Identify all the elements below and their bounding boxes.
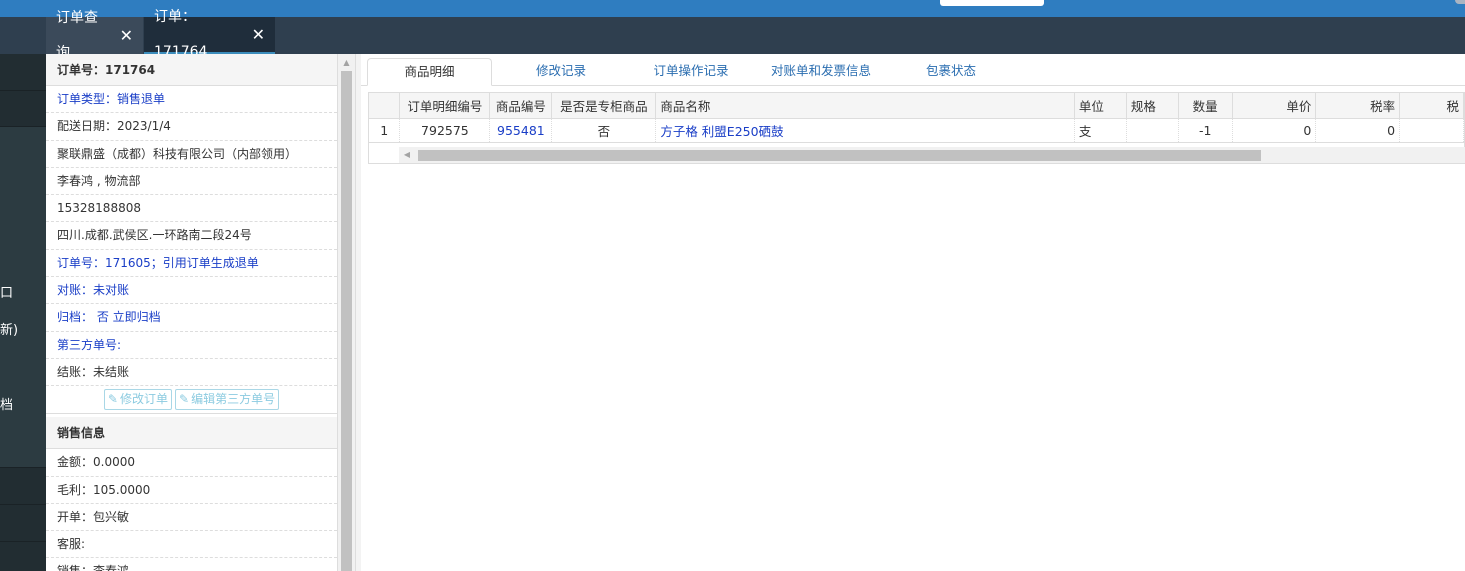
edit-third-party-button[interactable]: ✎ 编辑第三方单号 — [175, 389, 280, 411]
edit-order-button[interactable]: ✎ 修改订单 — [103, 389, 172, 411]
tab-statement-invoice[interactable]: 对账单和发票信息 — [761, 58, 881, 86]
cell-counter: 否 — [551, 118, 657, 143]
column-header[interactable]: 商品名称 — [655, 93, 1075, 119]
reference-order[interactable]: 订单号：171605；引用订单生成退单 — [46, 250, 337, 278]
customer-contact: 李春鸿 , 物流部 — [46, 168, 337, 196]
customer-company: 聚联鼎盛（成都）科技有限公司（内部领用） — [46, 141, 337, 168]
sidebar-nav: 口 新) 档 — [0, 54, 46, 571]
sales-info-heading: 销售信息 — [46, 417, 337, 450]
cell-tax — [1399, 118, 1464, 143]
order-type: 订单类型：销售退单 — [46, 86, 337, 114]
order-issuer: 开单：包兴敏 — [46, 504, 337, 532]
edit-icon: ✎ — [179, 392, 190, 407]
order-detail-content: 商品明细 修改记录 订单操作记录 对账单和发票信息 包裹状态 订单明细编号 商品… — [361, 54, 1465, 571]
customer-phone: 15328188808 — [46, 195, 337, 223]
info-panel-scrollbar[interactable]: ▲ — [338, 54, 355, 571]
table-row[interactable]: 1 792575 955481 否 方子格 利盟E250硒鼓 支 -1 0 0 — [369, 118, 1464, 143]
reconcile-status: 对账：未对账 — [46, 277, 337, 305]
column-header[interactable]: 规格 — [1126, 93, 1179, 119]
global-search-input[interactable] — [940, 0, 1044, 6]
sales-amount: 金额：0.0000 — [46, 449, 337, 477]
page-tab-strip: 订单查询 ✕ 订单：171764 ✕ — [0, 9, 1465, 61]
close-icon[interactable]: ✕ — [120, 18, 133, 53]
tab-package-status[interactable]: 包裹状态 — [911, 58, 991, 86]
column-header-index — [369, 93, 401, 119]
cell-detail-no: 792575 — [399, 118, 491, 143]
settle-status: 结账：未结账 — [46, 359, 337, 387]
detail-tabs: 商品明细 修改记录 订单操作记录 对账单和发票信息 包裹状态 — [361, 54, 1465, 86]
row-index: 1 — [369, 118, 401, 143]
column-header[interactable]: 是否是专柜商品 — [551, 93, 657, 119]
gross-profit: 毛利：105.0000 — [46, 477, 337, 504]
edit-icon: ✎ — [107, 392, 118, 407]
cell-spec — [1126, 118, 1179, 143]
order-info-panel: 订单号：171764 订单类型：销售退单 配送日期：2023/1/4 聚联鼎盛（… — [46, 54, 338, 571]
scrollbar-thumb[interactable] — [418, 150, 1261, 161]
archive-status[interactable]: 归档： 否 立即归档 — [46, 304, 337, 332]
order-actions: ✎ 修改订单 ✎ 编辑第三方单号 — [46, 386, 337, 415]
scroll-up-icon[interactable]: ▲ — [338, 54, 355, 71]
tab-modify-history[interactable]: 修改记录 — [511, 58, 611, 86]
sidebar-item-fragment[interactable]: 口 — [0, 282, 13, 301]
tab-order-query[interactable]: 订单查询 ✕ — [46, 10, 143, 61]
cell-qty: -1 — [1178, 118, 1233, 143]
column-header[interactable]: 商品编号 — [489, 93, 553, 119]
grid-horizontal-scrollbar[interactable]: ◀ — [399, 147, 1465, 163]
delivery-date: 配送日期：2023/1/4 — [46, 113, 337, 141]
salesperson: 销售：李春鸿 — [46, 558, 337, 571]
column-header[interactable]: 订单明细编号 — [399, 93, 491, 119]
tab-order-detail[interactable]: 订单：171764 ✕ — [144, 9, 275, 60]
column-header[interactable]: 单价 — [1232, 93, 1317, 119]
grid-header-row: 订单明细编号 商品编号 是否是专柜商品 商品名称 单位 规格 数量 单价 税率 … — [369, 93, 1464, 119]
cell-product-no-link[interactable]: 955481 — [489, 118, 553, 143]
product-detail-grid: 订单明细编号 商品编号 是否是专柜商品 商品名称 单位 规格 数量 单价 税率 … — [368, 92, 1465, 164]
sidebar-item-fragment[interactable]: 档 — [0, 394, 13, 413]
close-icon[interactable]: ✕ — [252, 17, 265, 52]
column-header[interactable]: 单位 — [1074, 93, 1127, 119]
cell-tax-rate: 0 — [1315, 118, 1401, 143]
column-header[interactable]: 税率 — [1315, 93, 1401, 119]
tab-product-details[interactable]: 商品明细 — [367, 58, 492, 86]
sidebar-item-fragment[interactable]: 新) — [0, 319, 18, 338]
cell-product-name-link[interactable]: 方子格 利盟E250硒鼓 — [655, 118, 1075, 143]
third-party-order-no: 第三方单号: — [46, 332, 337, 359]
order-number-heading: 订单号：171764 — [46, 54, 337, 86]
user-avatar[interactable] — [1455, 0, 1465, 4]
customer-address: 四川.成都.武侯区.一环路南二段24号 — [46, 222, 337, 250]
column-header[interactable]: 税 — [1399, 93, 1464, 119]
customer-service: 客服: — [46, 531, 337, 559]
cell-unit: 支 — [1074, 118, 1127, 143]
tab-operation-history[interactable]: 订单操作记录 — [641, 58, 741, 86]
cell-price: 0 — [1232, 118, 1317, 143]
scrollbar-thumb[interactable] — [341, 71, 352, 571]
column-header[interactable]: 数量 — [1178, 93, 1233, 119]
scroll-left-icon[interactable]: ◀ — [399, 147, 415, 163]
